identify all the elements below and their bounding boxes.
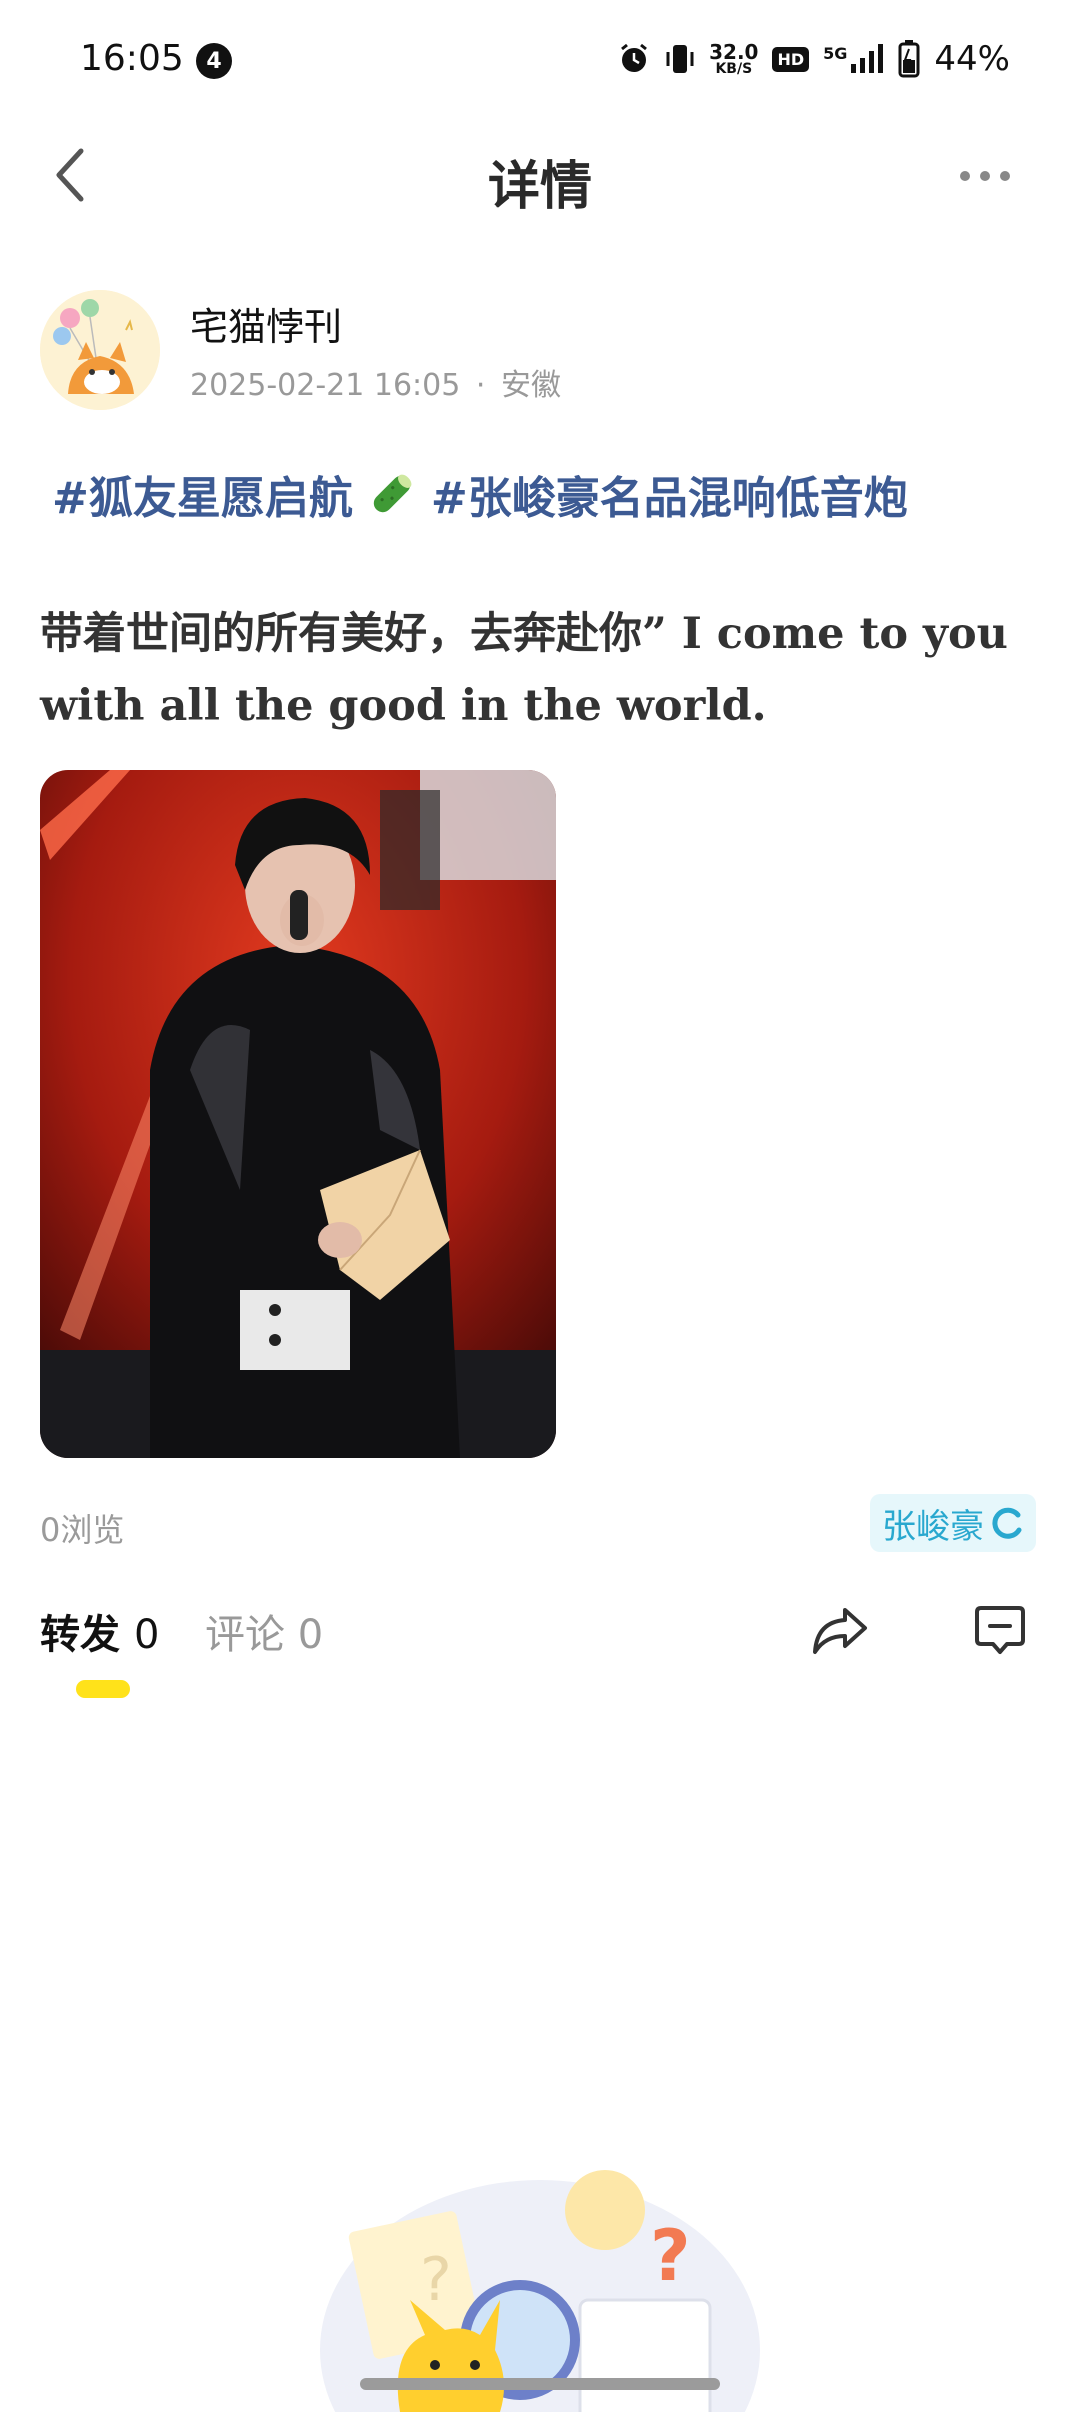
hd-badge: HD xyxy=(772,46,810,72)
status-bar: 16:05 4 32.0 KB/S HD 5G 44% xyxy=(0,0,1080,120)
celebrity-tag[interactable]: 张峻豪 xyxy=(870,1494,1036,1552)
top-nav-bar: 详情 xyxy=(0,120,1080,230)
tab-repost-label: 转发 xyxy=(40,1612,120,1658)
refresh-ring-icon xyxy=(992,1507,1022,1539)
performer-photo xyxy=(40,770,556,1458)
more-dots-icon xyxy=(960,171,1010,181)
tab-comment[interactable]: 评论 0 xyxy=(205,1602,323,1660)
status-time: 16:05 xyxy=(80,38,184,79)
battery-percent: 44% xyxy=(934,39,1010,79)
status-icons: 32.0 KB/S HD 5G 44% xyxy=(617,36,1010,82)
author-info: 宅猫悖刊 2025-02-21 16:05 · 安徽 xyxy=(40,290,1040,410)
avatar-illustration xyxy=(40,290,160,410)
more-options-button[interactable] xyxy=(950,148,1020,204)
tab-repost[interactable]: 转发 0 xyxy=(40,1602,159,1660)
post-image[interactable] xyxy=(40,770,556,1458)
notification-count-badge: 4 xyxy=(196,43,232,79)
tab-comment-count: 0 xyxy=(297,1612,324,1658)
net-speed: 32.0 KB/S xyxy=(709,42,758,76)
post-text: 带着世间的所有美好，去奔赴你” I come to you with all t… xyxy=(40,609,1008,731)
cucumber-icon xyxy=(373,474,412,513)
meta-separator: · xyxy=(475,368,486,403)
signal-bars-icon xyxy=(851,44,884,73)
signal-5g: 5G xyxy=(823,44,884,74)
view-count: 0浏览 xyxy=(40,1511,125,1549)
post-timestamp: 2025-02-21 16:05 xyxy=(190,368,461,403)
svg-text:?: ? xyxy=(420,2245,452,2315)
celebrity-tag-label: 张峻豪 xyxy=(882,1506,984,1547)
active-tab-indicator xyxy=(76,1680,130,1698)
author-name[interactable]: 宅猫悖刊 xyxy=(190,296,342,351)
topic-link-1[interactable]: #狐友星愿启航 xyxy=(52,462,353,526)
svg-text:?: ? xyxy=(650,2215,691,2297)
tab-repost-count: 0 xyxy=(133,1612,160,1658)
interaction-tabs: 转发 0 评论 0 xyxy=(40,1602,1040,1702)
author-avatar[interactable] xyxy=(40,290,160,410)
comment-bubble-icon xyxy=(975,1606,1025,1654)
net-speed-value: 32.0 xyxy=(709,40,759,64)
share-arrow-icon xyxy=(813,1608,867,1654)
home-indicator-bar[interactable] xyxy=(360,2378,720,2390)
post-location: 安徽 xyxy=(500,368,561,403)
empty-comments-illustration: ? ? xyxy=(320,2150,760,2412)
network-label: 5G xyxy=(823,44,848,63)
alarm-icon xyxy=(621,43,648,72)
tab-comment-label: 评论 xyxy=(205,1612,285,1658)
battery-icon xyxy=(898,40,920,78)
net-speed-unit: KB/S xyxy=(715,61,753,77)
share-button[interactable] xyxy=(805,1596,875,1666)
empty-state-art: ? ? xyxy=(320,2170,760,2412)
post-meta: 2025-02-21 16:05 · 安徽 xyxy=(190,360,561,404)
comment-button[interactable] xyxy=(965,1596,1035,1666)
page-title: 详情 xyxy=(487,157,592,217)
vibrate-icon xyxy=(666,45,694,73)
topic-link-2[interactable]: #张峻豪名品混响低音炮 xyxy=(431,462,908,526)
post-topics: #狐友星愿启航 #张峻豪名品混响低音炮 xyxy=(52,462,908,526)
